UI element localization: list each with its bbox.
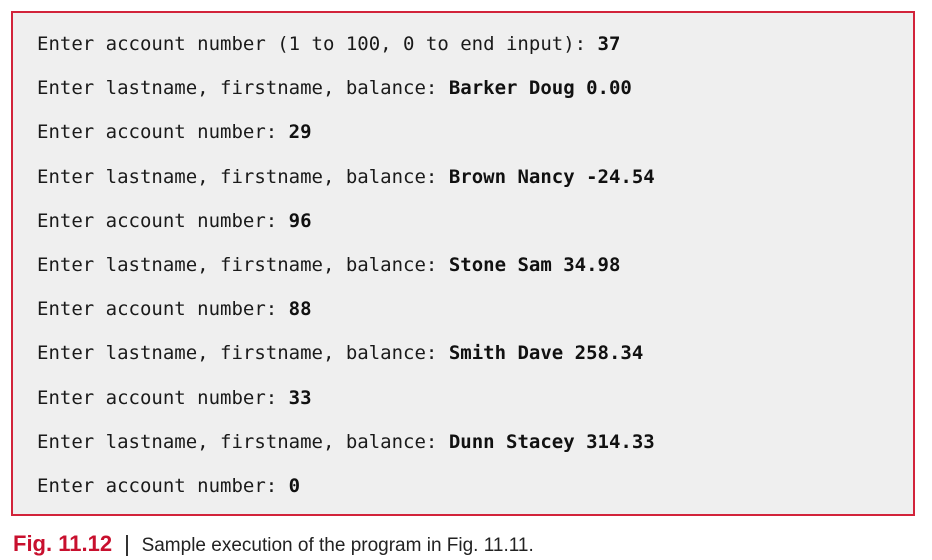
- console-line: Enter lastname, firstname, balance: Smit…: [37, 341, 655, 385]
- console-line: Enter lastname, firstname, balance: Brow…: [37, 165, 655, 209]
- console-line: Enter account number: 88: [37, 297, 655, 341]
- user-input-text: 33: [288, 386, 312, 409]
- console-line: Enter lastname, firstname, balance: Dunn…: [37, 430, 655, 474]
- figure-caption: Fig. 11.12 Sample execution of the progr…: [13, 531, 534, 559]
- prompt-text: Enter lastname, firstname, balance:: [37, 342, 449, 365]
- user-input-text: 96: [288, 209, 312, 232]
- user-input-text: Smith Dave 258.34: [448, 342, 644, 365]
- prompt-text: Enter account number (1 to 100, 0 to end…: [37, 33, 598, 55]
- console-line: Enter account number: 29: [37, 120, 655, 164]
- caption-text: Sample execution of the program in Fig. …: [141, 535, 534, 556]
- user-input-text: Brown Nancy -24.54: [448, 165, 655, 188]
- prompt-text: Enter lastname, firstname, balance:: [37, 165, 449, 188]
- prompt-text: Enter lastname, firstname, balance:: [37, 77, 449, 100]
- console-line: Enter account number: 96: [37, 209, 655, 253]
- prompt-text: Enter account number:: [37, 474, 289, 497]
- prompt-text: Enter lastname, firstname, balance:: [37, 253, 449, 276]
- caption-divider: [126, 534, 128, 556]
- prompt-text: Enter account number:: [37, 298, 289, 321]
- user-input-text: Dunn Stacey 314.33: [448, 430, 655, 453]
- console-lines: Enter account number (1 to 100, 0 to end…: [37, 32, 655, 518]
- prompt-text: Enter lastname, firstname, balance:: [37, 430, 449, 453]
- user-input-text: 88: [288, 298, 312, 321]
- console-line: Enter account number: 33: [37, 386, 655, 430]
- user-input-text: Barker Doug 0.00: [448, 77, 632, 100]
- figure-label: Fig. 11.12: [13, 531, 113, 556]
- console-line: Enter lastname, firstname, balance: Ston…: [37, 253, 655, 297]
- user-input-text: Stone Sam 34.98: [448, 253, 621, 276]
- console-line: Enter lastname, firstname, balance: Bark…: [37, 76, 655, 120]
- prompt-text: Enter account number:: [37, 209, 289, 232]
- user-input-text: 29: [288, 121, 312, 144]
- console-line: Enter account number: 0: [37, 474, 655, 518]
- prompt-text: Enter account number:: [37, 121, 289, 144]
- console-output-panel: Enter account number (1 to 100, 0 to end…: [11, 11, 915, 516]
- prompt-text: Enter account number:: [37, 386, 289, 409]
- user-input-text: 37: [597, 33, 621, 55]
- console-line: Enter account number (1 to 100, 0 to end…: [37, 32, 655, 76]
- user-input-text: 0: [288, 474, 301, 497]
